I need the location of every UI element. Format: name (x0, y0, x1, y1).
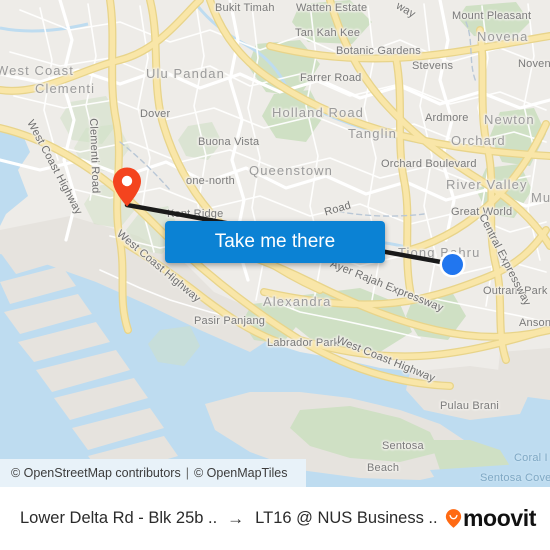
destination-label: LT16 @ NUS Business ... (255, 509, 437, 527)
moovit-map-screen: Bukit Timah Watten Estate Mount Pleasant Ta… (0, 0, 550, 550)
moovit-logo[interactable]: moovit (445, 505, 536, 532)
map-canvas[interactable]: Bukit Timah Watten Estate Mount Pleasant Ta… (0, 0, 550, 487)
destination-dot[interactable] (442, 254, 463, 275)
moovit-pin-icon (445, 508, 462, 529)
arrow-icon: → (227, 509, 245, 528)
attribution-tiles[interactable]: © OpenMapTiles (194, 466, 288, 480)
footer-bar: Lower Delta Rd - Blk 25b ... → LT16 @ NU… (0, 487, 550, 550)
route-summary: Lower Delta Rd - Blk 25b ... → LT16 @ NU… (20, 509, 437, 528)
take-me-there-button[interactable]: Take me there (165, 221, 385, 263)
attribution-osm[interactable]: © OpenStreetMap contributors (11, 466, 181, 480)
origin-label: Lower Delta Rd - Blk 25b ... (20, 509, 217, 527)
take-me-there-label: Take me there (214, 231, 336, 252)
origin-pin[interactable] (112, 166, 142, 208)
attribution-separator: | (185, 466, 189, 480)
map-attribution: © OpenStreetMap contributors | © OpenMap… (0, 459, 306, 487)
moovit-wordmark: moovit (463, 505, 536, 531)
